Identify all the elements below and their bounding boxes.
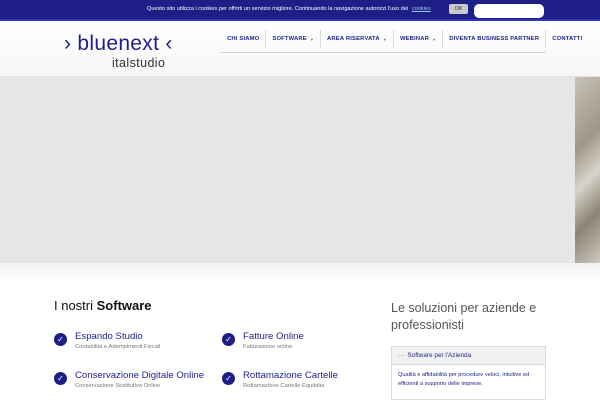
chevron-down-icon: ▼	[309, 36, 315, 42]
software-desc: Contabilità e Adempimenti Fiscali	[75, 344, 161, 350]
cookies-link[interactable]: cookies	[412, 6, 431, 12]
hero-banner	[0, 77, 600, 263]
cookie-ok-button[interactable]: OK	[449, 4, 468, 14]
site-logo[interactable]: › bluenext ‹ italstudio	[64, 32, 173, 71]
software-name[interactable]: Espando Studio	[75, 331, 143, 342]
software-name[interactable]: Conservazione Digitale Online	[75, 370, 204, 381]
nav-webinar[interactable]: WEBINAR ▼	[392, 30, 442, 48]
nav-chi-siamo[interactable]: CHI SIAMO	[221, 30, 265, 48]
check-circle-icon: ✓	[222, 372, 235, 385]
hero-photo	[575, 77, 600, 263]
title-bold: Software	[96, 298, 152, 313]
cookie-bar: Questo sito utilizza i cookies per offri…	[0, 0, 600, 19]
chevron-down-icon: ▼	[432, 36, 437, 42]
logo-wordmark: › bluenext ‹	[64, 32, 173, 55]
software-desc: Conservazione Sostitutiva Online	[75, 383, 161, 389]
software-name[interactable]: Fatture Online	[243, 331, 304, 342]
nav-area-riservata[interactable]: AREA RISERVATA ▼	[320, 30, 393, 48]
accordion-tab-azienda[interactable]: — Software per l'Azienda	[392, 347, 545, 365]
software-desc: Fatturazione online	[243, 344, 293, 350]
check-circle-icon: ✓	[54, 372, 67, 385]
nav-label: WEBINAR	[399, 36, 430, 42]
check-circle-icon: ✓	[54, 333, 67, 346]
nav-divider	[221, 52, 546, 53]
nav-label: CHI SIAMO	[227, 36, 260, 42]
nav-label: DIVENTA BUSINESS PARTNER	[449, 36, 540, 42]
nav-contatti[interactable]: CONTATTI	[545, 30, 588, 48]
main-nav: CHI SIAMO SOFTWARE ▼ AREA RISERVATA ▼ WEBI…	[221, 30, 588, 48]
software-section-title: I nostri Software	[54, 298, 152, 313]
title-prefix: I nostri	[54, 298, 94, 313]
software-desc: Rottamazione Cartelle Equitalia	[243, 383, 325, 389]
hero-shadow	[0, 263, 600, 283]
chevron-down-icon: ▼	[382, 36, 387, 42]
nav-business-partner[interactable]: DIVENTA BUSINESS PARTNER	[442, 30, 545, 48]
nav-label: CONTATTI	[552, 36, 583, 42]
logo-subtitle: italstudio	[112, 56, 166, 70]
nav-label: AREA RISERVATA	[327, 36, 380, 42]
minus-icon: —	[398, 352, 405, 359]
nav-label: SOFTWARE	[272, 36, 307, 42]
solutions-accordion: — Software per l'Azienda Qualità e affid…	[391, 346, 546, 400]
check-circle-icon: ✓	[222, 333, 235, 346]
accordion-tab-label: Software per l'Azienda	[407, 352, 472, 359]
search-input[interactable]	[474, 4, 544, 18]
cookie-text: Questo sito utilizza i cookies per offri…	[147, 6, 409, 12]
solutions-title: Le soluzioni per aziende e professionist…	[391, 301, 537, 332]
nav-software[interactable]: SOFTWARE ▼	[265, 30, 320, 48]
software-name[interactable]: Rottamazione Cartelle	[243, 370, 338, 381]
cookie-message: Questo sito utilizza i cookies per offri…	[147, 6, 431, 12]
accordion-content: Qualità e affidabilità per procedure vel…	[398, 372, 530, 387]
